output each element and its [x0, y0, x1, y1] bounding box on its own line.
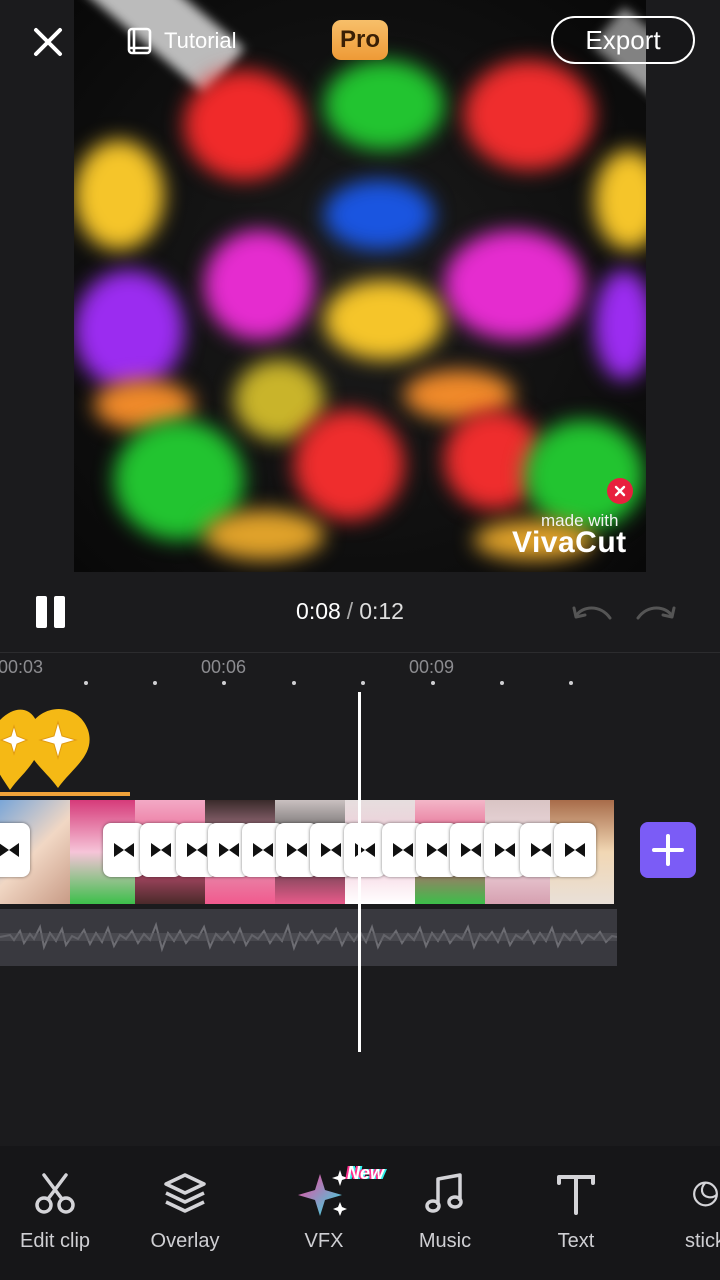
- remove-watermark-button[interactable]: [607, 478, 633, 504]
- close-icon: [614, 485, 626, 497]
- ruler-label: 00:03: [0, 657, 44, 677]
- ruler-tick: [222, 681, 226, 685]
- sticker-icon: [693, 1181, 718, 1207]
- ruler-tick: [361, 681, 365, 685]
- preview-blur: [324, 60, 444, 150]
- preview-blur: [74, 140, 164, 250]
- tutorial-button[interactable]: Tutorial: [126, 22, 237, 60]
- preview-blur: [184, 70, 304, 180]
- close-icon: [34, 28, 62, 56]
- tool-label: Overlay: [150, 1230, 220, 1252]
- undo-icon: [572, 606, 612, 620]
- book-icon: [127, 27, 152, 55]
- preview-blur: [594, 150, 646, 250]
- timeline-divider: [0, 652, 720, 653]
- transition-button[interactable]: [344, 823, 386, 877]
- pro-badge[interactable]: Pro: [332, 20, 388, 60]
- watermark-brand: VivaCut: [512, 526, 627, 559]
- tool-overlay[interactable]: Overlay: [130, 1166, 240, 1253]
- tool-music[interactable]: Music: [390, 1166, 500, 1253]
- tool-text[interactable]: Text: [521, 1166, 631, 1253]
- pause-button[interactable]: [36, 596, 66, 628]
- preview-blur: [204, 230, 314, 340]
- music-note-icon: [425, 1173, 463, 1213]
- ruler-tick: [153, 681, 157, 685]
- pause-icon: [54, 596, 65, 628]
- new-badge: New: [347, 1163, 385, 1183]
- sparkle-sticker-icon: [0, 709, 90, 790]
- ruler-tick: [431, 681, 435, 685]
- transition-button[interactable]: [554, 823, 596, 877]
- scissors-icon: [35, 1173, 75, 1214]
- time-separator: /: [346, 598, 354, 624]
- video-preview[interactable]: [74, 0, 646, 572]
- layers-icon: [164, 1173, 206, 1213]
- time-display: 0:08/0:12: [250, 598, 450, 625]
- preview-blur: [204, 510, 324, 560]
- redo-button[interactable]: [634, 600, 678, 628]
- redo-icon: [636, 606, 676, 620]
- preview-blur: [324, 180, 434, 250]
- sticker-duration-bar: [0, 792, 130, 796]
- export-button[interactable]: Export: [551, 16, 695, 64]
- plus-icon: [652, 834, 684, 866]
- transition-button[interactable]: [0, 823, 30, 877]
- ruler-tick: [569, 681, 573, 685]
- playhead[interactable]: [358, 692, 361, 1052]
- transition-button[interactable]: [103, 823, 145, 877]
- bowtie-icon: [0, 843, 19, 857]
- tool-label: Text: [557, 1230, 595, 1252]
- undo-button[interactable]: [570, 600, 614, 628]
- text-icon: [557, 1175, 595, 1215]
- ruler-tick: [84, 681, 88, 685]
- sparkle-icon: [298, 1170, 348, 1216]
- current-time: 0:08: [296, 598, 341, 624]
- preview-blur: [74, 270, 184, 390]
- add-clip-button[interactable]: [640, 822, 696, 878]
- bowtie-icon: [355, 843, 375, 857]
- preview-blur: [324, 280, 444, 360]
- tool-label: Edit clip: [19, 1230, 91, 1252]
- tool-label: stick: [685, 1230, 720, 1252]
- tool-label: VFX: [304, 1230, 344, 1252]
- bowtie-icon: [565, 843, 585, 857]
- preview-blur: [594, 270, 646, 380]
- tool-label: Music: [418, 1230, 472, 1252]
- bowtie-icon: [114, 843, 134, 857]
- tutorial-label: Tutorial: [164, 28, 237, 53]
- preview-blur: [444, 230, 584, 340]
- ruler-tick: [500, 681, 504, 685]
- ruler-tick: [292, 681, 296, 685]
- tool-edit-clip[interactable]: Edit clip: [0, 1166, 110, 1253]
- preview-blur: [294, 410, 404, 520]
- audio-waveform: [0, 921, 617, 953]
- audio-track[interactable]: [0, 909, 617, 966]
- total-time: 0:12: [359, 598, 404, 624]
- preview-blur: [464, 60, 594, 170]
- sticker-overlay-clip[interactable]: [0, 700, 130, 796]
- pause-icon: [36, 596, 47, 628]
- ruler-label: 00:09: [409, 657, 455, 677]
- close-button[interactable]: [26, 20, 70, 64]
- tool-sticker[interactable]: stick: [655, 1166, 720, 1253]
- ruler-label: 00:06: [201, 657, 247, 677]
